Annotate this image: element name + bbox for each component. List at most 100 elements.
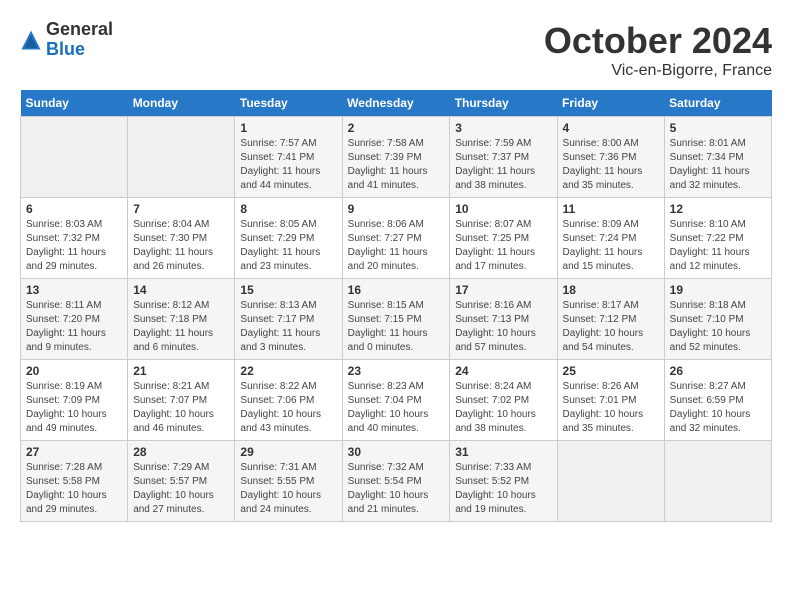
week-row-4: 20 Sunrise: 8:19 AMSunset: 7:09 PMDayligh… [21, 360, 772, 441]
day-info: Sunrise: 8:27 AMSunset: 6:59 PMDaylight:… [670, 380, 766, 436]
day-number: 3 [455, 121, 551, 135]
day-cell: 28 Sunrise: 7:29 AMSunset: 5:57 PMDayligh… [128, 441, 235, 522]
header-cell-friday: Friday [557, 90, 664, 117]
day-number: 22 [240, 364, 336, 378]
day-info: Sunrise: 8:15 AMSunset: 7:15 PMDaylight:… [348, 299, 445, 355]
day-cell [664, 441, 771, 522]
day-number: 24 [455, 364, 551, 378]
calendar-header: SundayMondayTuesdayWednesdayThursdayFrid… [21, 90, 772, 117]
day-cell: 19 Sunrise: 8:18 AMSunset: 7:10 PMDayligh… [664, 279, 771, 360]
day-number: 23 [348, 364, 445, 378]
day-number: 19 [670, 283, 766, 297]
day-number: 25 [563, 364, 659, 378]
day-info: Sunrise: 8:13 AMSunset: 7:17 PMDaylight:… [240, 299, 336, 355]
day-number: 1 [240, 121, 336, 135]
day-number: 27 [26, 445, 122, 459]
day-cell: 4 Sunrise: 8:00 AMSunset: 7:36 PMDaylight… [557, 117, 664, 198]
day-cell: 1 Sunrise: 7:57 AMSunset: 7:41 PMDaylight… [235, 117, 342, 198]
day-cell [557, 441, 664, 522]
day-info: Sunrise: 8:06 AMSunset: 7:27 PMDaylight:… [348, 218, 445, 274]
day-cell: 3 Sunrise: 7:59 AMSunset: 7:37 PMDaylight… [450, 117, 557, 198]
day-cell: 22 Sunrise: 8:22 AMSunset: 7:06 PMDayligh… [235, 360, 342, 441]
title-block: October 2024 Vic-en-Bigorre, France [544, 20, 772, 80]
day-cell: 21 Sunrise: 8:21 AMSunset: 7:07 PMDayligh… [128, 360, 235, 441]
day-cell: 9 Sunrise: 8:06 AMSunset: 7:27 PMDaylight… [342, 198, 450, 279]
day-cell: 8Sunrise: 8:05 AMSunset: 7:29 PMDaylight… [235, 198, 342, 279]
day-number: 10 [455, 202, 551, 216]
day-number: 8 [240, 202, 336, 216]
day-cell: 11Sunrise: 8:09 AMSunset: 7:24 PMDayligh… [557, 198, 664, 279]
day-number: 31 [455, 445, 551, 459]
day-cell: 5 Sunrise: 8:01 AMSunset: 7:34 PMDaylight… [664, 117, 771, 198]
week-row-1: 1 Sunrise: 7:57 AMSunset: 7:41 PMDaylight… [21, 117, 772, 198]
week-row-2: 6Sunrise: 8:03 AMSunset: 7:32 PMDaylight… [21, 198, 772, 279]
day-info: Sunrise: 7:57 AMSunset: 7:41 PMDaylight:… [240, 137, 336, 193]
logo-blue-text: Blue [46, 40, 113, 60]
day-cell: 20 Sunrise: 8:19 AMSunset: 7:09 PMDayligh… [21, 360, 128, 441]
day-cell: 15 Sunrise: 8:13 AMSunset: 7:17 PMDayligh… [235, 279, 342, 360]
day-info: Sunrise: 8:11 AMSunset: 7:20 PMDaylight:… [26, 299, 122, 355]
day-cell: 18Sunrise: 8:17 AMSunset: 7:12 PMDayligh… [557, 279, 664, 360]
logo-icon [20, 29, 42, 51]
day-info: Sunrise: 8:18 AMSunset: 7:10 PMDaylight:… [670, 299, 766, 355]
day-info: Sunrise: 7:28 AMSunset: 5:58 PMDaylight:… [26, 461, 122, 517]
day-number: 16 [348, 283, 445, 297]
calendar-body: 1 Sunrise: 7:57 AMSunset: 7:41 PMDaylight… [21, 117, 772, 522]
day-info: Sunrise: 8:22 AMSunset: 7:06 PMDaylight:… [240, 380, 336, 436]
day-info: Sunrise: 7:59 AMSunset: 7:37 PMDaylight:… [455, 137, 551, 193]
day-number: 14 [133, 283, 229, 297]
day-cell: 14 Sunrise: 8:12 AMSunset: 7:18 PMDayligh… [128, 279, 235, 360]
day-cell: 30Sunrise: 7:32 AMSunset: 5:54 PMDayligh… [342, 441, 450, 522]
day-info: Sunrise: 8:10 AMSunset: 7:22 PMDaylight:… [670, 218, 766, 274]
header-row: SundayMondayTuesdayWednesdayThursdayFrid… [21, 90, 772, 117]
week-row-5: 27 Sunrise: 7:28 AMSunset: 5:58 PMDayligh… [21, 441, 772, 522]
header-cell-saturday: Saturday [664, 90, 771, 117]
page-header: General Blue October 2024 Vic-en-Bigorre… [20, 20, 772, 80]
day-cell [21, 117, 128, 198]
logo-general-text: General [46, 20, 113, 40]
header-cell-wednesday: Wednesday [342, 90, 450, 117]
day-cell: 25 Sunrise: 8:26 AMSunset: 7:01 PMDayligh… [557, 360, 664, 441]
day-info: Sunrise: 8:03 AMSunset: 7:32 PMDaylight:… [26, 218, 122, 274]
day-info: Sunrise: 8:19 AMSunset: 7:09 PMDaylight:… [26, 380, 122, 436]
logo: General Blue [20, 20, 113, 60]
header-cell-thursday: Thursday [450, 90, 557, 117]
day-info: Sunrise: 8:09 AMSunset: 7:24 PMDaylight:… [563, 218, 659, 274]
day-info: Sunrise: 8:16 AMSunset: 7:13 PMDaylight:… [455, 299, 551, 355]
month-title: October 2024 [544, 20, 772, 62]
day-cell [128, 117, 235, 198]
day-number: 12 [670, 202, 766, 216]
day-number: 13 [26, 283, 122, 297]
day-info: Sunrise: 8:26 AMSunset: 7:01 PMDaylight:… [563, 380, 659, 436]
day-info: Sunrise: 8:24 AMSunset: 7:02 PMDaylight:… [455, 380, 551, 436]
day-cell: 29Sunrise: 7:31 AMSunset: 5:55 PMDayligh… [235, 441, 342, 522]
day-info: Sunrise: 8:12 AMSunset: 7:18 PMDaylight:… [133, 299, 229, 355]
day-number: 20 [26, 364, 122, 378]
day-info: Sunrise: 7:33 AMSunset: 5:52 PMDaylight:… [455, 461, 551, 517]
day-number: 15 [240, 283, 336, 297]
day-cell: 16 Sunrise: 8:15 AMSunset: 7:15 PMDayligh… [342, 279, 450, 360]
day-cell: 12 Sunrise: 8:10 AMSunset: 7:22 PMDayligh… [664, 198, 771, 279]
day-number: 4 [563, 121, 659, 135]
day-number: 21 [133, 364, 229, 378]
day-info: Sunrise: 8:00 AMSunset: 7:36 PMDaylight:… [563, 137, 659, 193]
day-cell: 10Sunrise: 8:07 AMSunset: 7:25 PMDayligh… [450, 198, 557, 279]
day-number: 28 [133, 445, 229, 459]
day-cell: 2Sunrise: 7:58 AMSunset: 7:39 PMDaylight… [342, 117, 450, 198]
header-cell-monday: Monday [128, 90, 235, 117]
day-number: 5 [670, 121, 766, 135]
day-cell: 26Sunrise: 8:27 AMSunset: 6:59 PMDayligh… [664, 360, 771, 441]
day-number: 18 [563, 283, 659, 297]
day-info: Sunrise: 8:21 AMSunset: 7:07 PMDaylight:… [133, 380, 229, 436]
day-number: 7 [133, 202, 229, 216]
day-info: Sunrise: 8:01 AMSunset: 7:34 PMDaylight:… [670, 137, 766, 193]
day-cell: 31 Sunrise: 7:33 AMSunset: 5:52 PMDayligh… [450, 441, 557, 522]
day-cell: 23 Sunrise: 8:23 AMSunset: 7:04 PMDayligh… [342, 360, 450, 441]
day-number: 9 [348, 202, 445, 216]
day-info: Sunrise: 8:04 AMSunset: 7:30 PMDaylight:… [133, 218, 229, 274]
day-number: 2 [348, 121, 445, 135]
calendar-table: SundayMondayTuesdayWednesdayThursdayFrid… [20, 90, 772, 522]
day-info: Sunrise: 8:23 AMSunset: 7:04 PMDaylight:… [348, 380, 445, 436]
day-info: Sunrise: 7:29 AMSunset: 5:57 PMDaylight:… [133, 461, 229, 517]
header-cell-tuesday: Tuesday [235, 90, 342, 117]
